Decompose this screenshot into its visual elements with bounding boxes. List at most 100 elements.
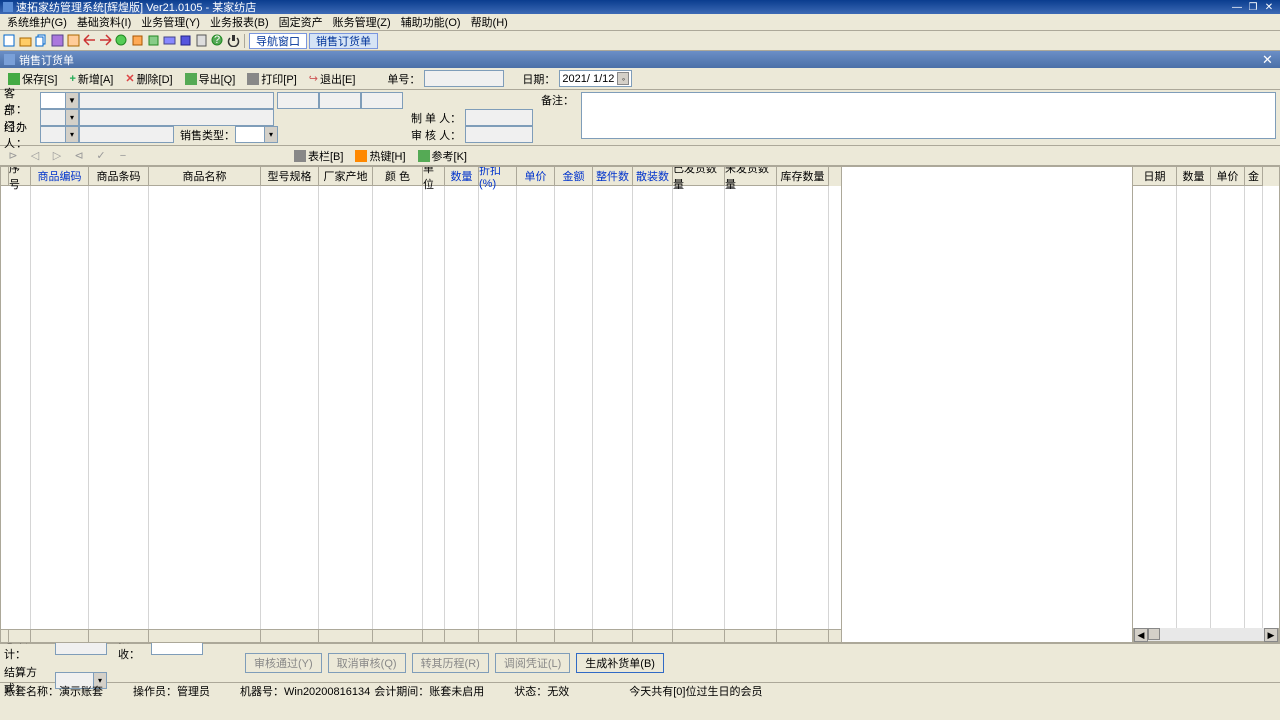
order-no-label: 单号： [387,71,420,87]
tool-5-icon[interactable] [66,34,80,48]
col-header[interactable]: 商品名称 [149,167,261,186]
col-header[interactable]: 厂家产地 [319,167,373,186]
menu-aux[interactable]: 辅助功能(O) [396,15,466,30]
menu-basedata[interactable]: 基础资料(I) [72,15,136,30]
scroll-thumb[interactable] [1148,628,1160,640]
dept-dropdown-icon[interactable]: ▾ [66,109,79,126]
order-no-input[interactable] [424,70,504,87]
tab-sales-order[interactable]: 销售订货单 [309,33,378,49]
tab-nav-window[interactable]: 导航窗口 [249,33,307,49]
col-header[interactable]: 散装数 [633,167,673,186]
audit-cancel-button[interactable]: 取消审核(Q) [328,653,406,673]
scroll-right-icon[interactable]: ▶ [1264,628,1278,642]
grid-toolbar: ⊳ ◁ ▷ ⊲ ✓ − 表栏[B] 热键[H] 参考[K] [0,146,1280,166]
col-header[interactable]: 商品条码 [89,167,149,186]
nav-next-icon[interactable]: ▷ [48,148,66,163]
scroll-left-icon[interactable]: ◀ [1134,628,1148,642]
tool-help-icon[interactable]: ? [210,34,224,48]
nav-last-icon[interactable]: ⊲ [70,148,88,163]
date-label: 日期： [522,71,555,87]
tool-exit-icon[interactable] [226,34,240,48]
restock-button[interactable]: 生成补货单(B) [576,653,664,673]
tool-copy-icon[interactable] [34,34,48,48]
col-header[interactable]: 未发货数量 [725,167,777,186]
app-icon [3,2,13,12]
menu-help[interactable]: 帮助(H) [466,15,513,30]
col-header[interactable]: 单位 [423,167,445,186]
col-header[interactable]: 商品编码 [31,167,89,186]
menu-system[interactable]: 系统维护(G) [2,15,72,30]
nav-check-icon[interactable]: ✓ [92,148,110,163]
col-header[interactable]: 已发货数量 [673,167,725,186]
col-header[interactable]: 折扣(%) [479,167,517,186]
col-header[interactable]: 颜 色 [373,167,423,186]
print-button[interactable]: 打印[P] [243,70,300,88]
tool-6-icon[interactable] [82,34,96,48]
col-header[interactable]: 型号规格 [261,167,319,186]
minimize-button[interactable]: — [1229,1,1245,13]
date-input[interactable]: 2021/ 1/12◦ [559,70,632,87]
voucher-button[interactable]: 调阅凭证(L) [495,653,570,673]
hotkey-button[interactable]: 热键[H] [351,147,409,165]
row-selector-footer [1,629,9,642]
x-icon: ✕ [125,72,134,85]
audit-pass-button[interactable]: 审核通过(Y) [245,653,322,673]
saletype-dropdown-icon[interactable]: ▾ [265,126,278,143]
main-grid[interactable]: 序号商品编码商品条码商品名称型号规格厂家产地颜 色单位数量折扣(%)单价金额整件… [0,166,842,643]
customer-dropdown-icon[interactable]: ▼ [66,92,79,109]
export-button[interactable]: 导出[Q] [181,70,240,88]
col-header[interactable]: 库存数量 [777,167,829,186]
menu-bar: 系统维护(G) 基础资料(I) 业务管理(Y) 业务报表(B) 固定资产 账务管… [0,14,1280,31]
menu-reports[interactable]: 业务报表(B) [205,15,274,30]
menu-accounts[interactable]: 账务管理(Z) [328,15,396,30]
nav-first-icon[interactable]: ⊳ [4,148,22,163]
handler-code-input[interactable] [40,126,66,143]
menu-business[interactable]: 业务管理(Y) [136,15,205,30]
columns-button[interactable]: 表栏[B] [290,147,347,165]
tool-10-icon[interactable] [146,34,160,48]
col-header[interactable]: 单价 [1211,167,1245,186]
menu-assets[interactable]: 固定资产 [274,15,328,30]
nav-prev-icon[interactable]: ◁ [26,148,44,163]
col-header[interactable]: 日期 [1133,167,1177,186]
maximize-button[interactable]: ❐ [1245,1,1261,13]
history-button[interactable]: 转其历程(R) [412,653,489,673]
saletype-input[interactable] [235,126,265,143]
close-button[interactable]: ✕ [1261,1,1277,13]
nav-minus-icon[interactable]: − [114,148,132,163]
handler-name-input [79,126,174,143]
side-grid[interactable]: 日期数量单价金 ◀ ▶ [1132,166,1280,643]
col-header[interactable]: 整件数 [593,167,633,186]
tool-7-icon[interactable] [98,34,112,48]
tool-open-icon[interactable] [18,34,32,48]
customer-name-input [79,92,274,109]
tool-11-icon[interactable] [162,34,176,48]
col-header[interactable]: 单价 [517,167,555,186]
tool-new-icon[interactable] [2,34,16,48]
dept-name-input [79,109,274,126]
col-header[interactable]: 序号 [9,167,31,186]
exit-button[interactable]: ↪退出[E] [305,70,360,88]
dept-code-input[interactable] [40,109,66,126]
date-dropdown-icon[interactable]: ◦ [617,72,629,85]
col-header[interactable]: 数量 [445,167,479,186]
col-header[interactable]: 数量 [1177,167,1211,186]
form-header: 客 户： ▼ 部 门： ▾ 经办人： ▾ 销售类型： ▾ 制 单 人： 审 核 … [0,90,1280,146]
col-header[interactable]: 金 [1245,167,1263,186]
tool-8-icon[interactable] [114,34,128,48]
tool-calc-icon[interactable] [194,34,208,48]
tool-9-icon[interactable] [130,34,144,48]
customer-code-input[interactable] [40,92,66,109]
delete-button[interactable]: ✕删除[D] [121,70,176,88]
side-hscroll[interactable]: ◀ ▶ [1133,628,1279,642]
remark-input[interactable] [581,92,1276,139]
add-button[interactable]: +新增[A] [65,70,117,88]
reference-button[interactable]: 参考[K] [414,147,471,165]
col-header[interactable]: 金额 [555,167,593,186]
subwindow-close-button[interactable]: ✕ [1259,51,1276,68]
handler-dropdown-icon[interactable]: ▾ [66,126,79,143]
tool-12-icon[interactable] [178,34,192,48]
auditor-label: 审 核 人： [411,127,465,143]
tool-4-icon[interactable] [50,34,64,48]
main-toolbar: ? 导航窗口 销售订货单 [0,31,1280,51]
